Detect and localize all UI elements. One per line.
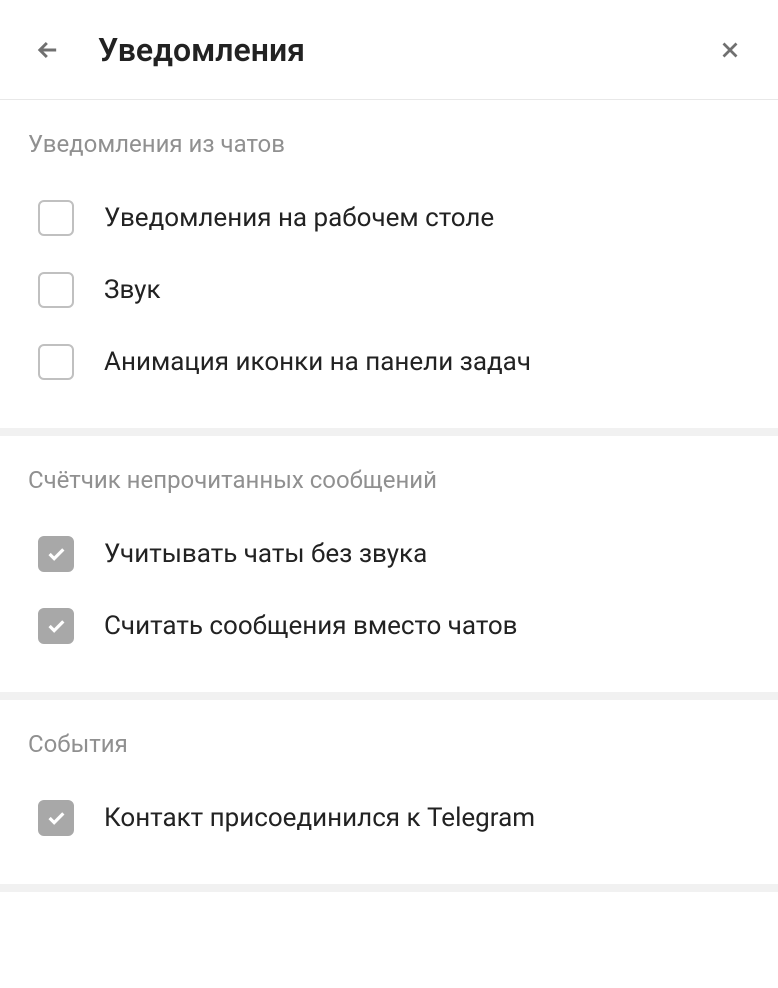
section-title: Уведомления из чатов	[28, 130, 750, 158]
close-icon	[717, 37, 743, 63]
close-button[interactable]	[710, 30, 750, 70]
option-label: Учитывать чаты без звука	[104, 539, 427, 569]
option-label: Анимация иконки на панели задач	[104, 347, 531, 377]
section-unread-counter: Счётчик непрочитанных сообщений Учитыват…	[0, 436, 778, 700]
option-label: Уведомления на рабочем столе	[104, 203, 494, 233]
section-chat-notifications: Уведомления из чатов Уведомления на рабо…	[0, 100, 778, 436]
checkbox[interactable]	[38, 200, 74, 236]
check-icon	[45, 807, 67, 829]
option-sound[interactable]: Звук	[28, 254, 750, 326]
section-title: Счётчик непрочитанных сообщений	[28, 466, 750, 494]
check-icon	[45, 615, 67, 637]
option-muted-chats[interactable]: Учитывать чаты без звука	[28, 518, 750, 590]
option-label: Звук	[104, 275, 161, 305]
option-taskbar-animation[interactable]: Анимация иконки на панели задач	[28, 326, 750, 398]
page-title: Уведомления	[98, 31, 710, 69]
back-button[interactable]	[28, 30, 68, 70]
section-events: События Контакт присоединился к Telegram	[0, 700, 778, 892]
option-desktop-notifications[interactable]: Уведомления на рабочем столе	[28, 182, 750, 254]
option-label: Контакт присоединился к Telegram	[104, 803, 535, 833]
arrow-left-icon	[34, 36, 62, 64]
checkbox[interactable]	[38, 608, 74, 644]
settings-header: Уведомления	[0, 0, 778, 100]
check-icon	[45, 543, 67, 565]
checkbox[interactable]	[38, 272, 74, 308]
option-contact-joined[interactable]: Контакт присоединился к Telegram	[28, 782, 750, 854]
option-label: Считать сообщения вместо чатов	[104, 611, 518, 641]
checkbox[interactable]	[38, 800, 74, 836]
option-count-messages[interactable]: Считать сообщения вместо чатов	[28, 590, 750, 662]
checkbox[interactable]	[38, 536, 74, 572]
section-title: События	[28, 730, 750, 758]
checkbox[interactable]	[38, 344, 74, 380]
